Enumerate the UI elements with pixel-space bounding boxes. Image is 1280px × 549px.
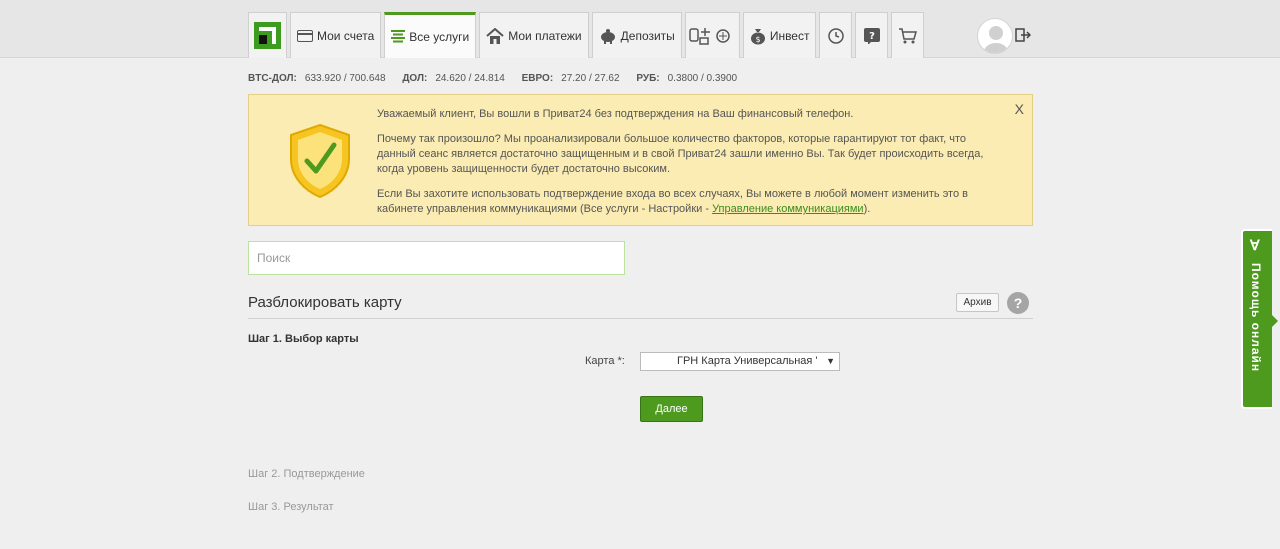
notice-text-part: Если Вы захотите использовать подтвержде… [377,188,968,215]
money-bag-icon: $ [750,27,766,45]
help-icon: ? [863,27,880,44]
close-notice-button[interactable]: X [1015,101,1024,117]
cart-icon [898,27,917,44]
online-help-tab[interactable]: ∀ Помощь онлайн [1241,229,1278,409]
rate-label: ДОЛ: [402,73,428,84]
step-1-title: Шаг 1. Выбор карты [248,333,359,345]
card-select[interactable]: ГРН Карта Универсальная ' ▼ [640,352,840,371]
card-label: Карта *: [585,355,625,367]
online-help-label: Помощь онлайн [1249,263,1263,373]
security-notice: X Уважаемый клиент, Вы вошли в Приват24 … [248,94,1033,226]
notice-paragraph: Уважаемый клиент, Вы вошли в Приват24 бе… [377,108,854,120]
step-2-title: Шаг 2. Подтверждение [248,468,365,480]
nav-my-accounts[interactable]: Мои счета [290,12,382,58]
next-button[interactable]: Далее [640,396,703,422]
card-select-value: ГРН Карта Универсальная ' [677,355,818,367]
piggy-bank-icon [599,28,617,44]
rate-label: РУБ: [636,73,660,84]
nav-all-services[interactable]: Все услуги [384,12,477,58]
exchange-rates: BTC-ДОЛ: 633.920 / 700.648 ДОЛ: 24.620 / 2… [248,73,751,84]
help-button[interactable]: ? [1007,292,1029,314]
svg-text:$: $ [755,35,760,44]
page-title: Разблокировать карту [248,294,402,311]
privat24-logo[interactable] [248,12,287,58]
nav-invest[interactable]: $ Инвест [742,12,817,58]
nav-help[interactable]: ? [855,12,889,58]
logout-icon[interactable] [1015,27,1032,43]
divider [248,318,1033,319]
rate-value: 0.3800 / 0.3900 [667,73,738,84]
card-icon [297,29,313,42]
history-icon [827,27,845,45]
help-tab-notch [1272,315,1278,327]
nav-all-services-label: Все услуги [409,29,470,44]
rate-value: 27.20 / 27.62 [561,73,620,84]
nav-travel[interactable] [684,12,740,58]
travel-icon [688,26,732,46]
nav-deposits-label: Депозиты [620,28,675,43]
nav-my-payments[interactable]: Мои платежи [479,12,589,58]
communications-link[interactable]: Управление коммуникациями [712,203,864,215]
nav-cart[interactable] [891,12,925,58]
rate-value: 633.920 / 700.648 [304,73,386,84]
dropdown-arrow-icon: ▼ [824,353,835,370]
rate-label: BTC-ДОЛ: [248,73,297,84]
main-nav: Мои счета Все услуги Мои платежи Депозит… [248,12,927,58]
home-icon [486,27,504,44]
notice-paragraph: Почему так произошло? Мы проанализировал… [377,133,984,175]
avatar[interactable] [977,18,1013,54]
svg-text:?: ? [869,31,875,42]
nav-deposits[interactable]: Депозиты [591,12,682,58]
search-input[interactable] [248,241,625,275]
nav-invest-label: Инвест [769,28,810,43]
archive-button[interactable]: Архив [956,293,999,312]
privat-logo-icon [254,22,281,49]
nav-my-accounts-label: Мои счета [317,28,375,43]
list-icon [391,30,406,43]
nav-my-payments-label: Мои платежи [508,28,582,43]
notice-paragraph: Если Вы захотите использовать подтвержде… [377,187,1007,217]
help-chat-icon: ∀ [1250,237,1260,253]
nav-history[interactable] [819,12,853,58]
notice-text-part: ). [863,203,871,215]
notice-text: Уважаемый клиент, Вы вошли в Приват24 бе… [377,107,1007,227]
shield-check-icon [290,123,350,199]
step-3-title: Шаг 3. Результат [248,501,334,513]
rate-value: 24.620 / 24.814 [435,73,505,84]
rate-label: ЕВРО: [521,73,554,84]
top-bar: Мои счета Все услуги Мои платежи Депозит… [0,0,1280,58]
